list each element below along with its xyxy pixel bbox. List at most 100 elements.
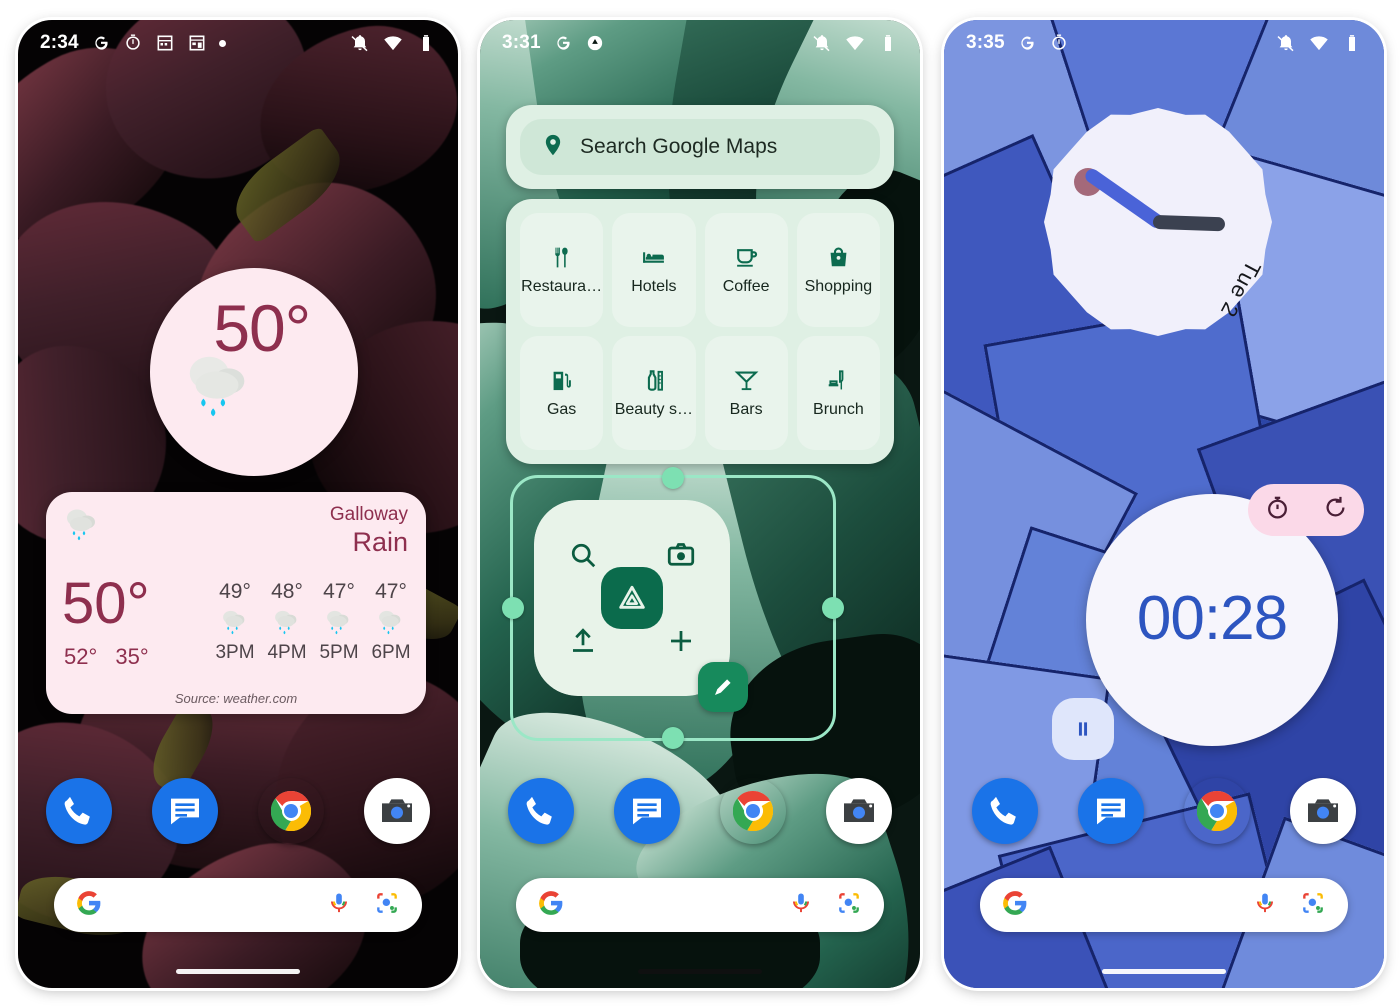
maps-tile-hotels[interactable]: Hotels bbox=[612, 213, 696, 327]
weather-temperature-widget[interactable]: 50° bbox=[125, 243, 383, 501]
home-gesture-bar[interactable] bbox=[638, 969, 762, 974]
weather-hourly-item: 49° 3PM bbox=[212, 580, 258, 664]
notifications-off-icon bbox=[812, 33, 832, 53]
dot-icon bbox=[218, 39, 226, 47]
status-bar-right bbox=[812, 33, 898, 53]
google-search-bar[interactable] bbox=[54, 878, 422, 932]
status-bar-right bbox=[350, 33, 436, 53]
weather-hourly-item: 47° 6PM bbox=[368, 580, 414, 664]
wifi-icon bbox=[845, 33, 865, 53]
resize-handle-right[interactable] bbox=[822, 597, 844, 619]
wifi-icon bbox=[383, 33, 403, 53]
resize-handle-left[interactable] bbox=[502, 597, 524, 619]
rain-cloud-icon bbox=[368, 607, 414, 641]
hourly-hour: 4PM bbox=[267, 642, 307, 663]
weather-high-low: 52° 35° bbox=[64, 644, 161, 670]
hourly-temp: 47° bbox=[375, 580, 407, 603]
widget-resize-frame[interactable] bbox=[502, 467, 844, 749]
dock-item-chrome[interactable] bbox=[258, 778, 324, 844]
reset-icon[interactable] bbox=[1322, 494, 1349, 526]
maps-tile-gas[interactable]: Gas bbox=[520, 336, 604, 450]
google-lens-icon[interactable] bbox=[1300, 890, 1326, 921]
hourly-temp: 49° bbox=[219, 580, 251, 603]
weather-hourly-item: 48° 4PM bbox=[264, 580, 310, 664]
maps-tile-label: Brunch bbox=[813, 400, 864, 418]
maps-tile-label: Coffee bbox=[722, 277, 770, 295]
maps-tile-bars[interactable]: Bars bbox=[704, 336, 788, 450]
google-search-bar[interactable] bbox=[516, 878, 884, 932]
dock-item-phone[interactable] bbox=[508, 778, 574, 844]
home-gesture-bar[interactable] bbox=[1102, 969, 1226, 974]
timer-remaining: 00:28 bbox=[1136, 584, 1288, 654]
dock-item-phone[interactable] bbox=[46, 778, 112, 844]
resize-handle-bottom[interactable] bbox=[662, 727, 684, 749]
notifications-off-icon bbox=[350, 33, 370, 53]
hourly-hour: 5PM bbox=[319, 642, 359, 663]
dock-item-chrome[interactable] bbox=[720, 778, 786, 844]
hour-hand bbox=[1152, 214, 1226, 232]
weather-hourly-list: 49° 3PM 48° 4PM 47° 5PM 47° 6PM bbox=[212, 580, 414, 664]
status-time: 3:31 bbox=[502, 32, 541, 53]
maps-tile-restaurants[interactable]: Restaura… bbox=[520, 213, 604, 327]
dock bbox=[18, 778, 458, 844]
maps-tile-shopping[interactable]: Shopping bbox=[796, 213, 880, 327]
maps-tile-label: Hotels bbox=[631, 277, 677, 295]
battery-icon bbox=[1342, 33, 1362, 53]
weather-hourly-item: 47° 5PM bbox=[316, 580, 362, 664]
analog-clock-widget[interactable]: Tue 2 bbox=[1044, 108, 1272, 336]
pause-icon[interactable] bbox=[1052, 698, 1114, 760]
rain-cloud-icon bbox=[212, 607, 258, 641]
microphone-icon[interactable] bbox=[788, 890, 814, 921]
rain-cloud-icon bbox=[180, 346, 258, 422]
beauty-salon-icon bbox=[648, 369, 664, 391]
dock-item-messages[interactable] bbox=[614, 778, 680, 844]
stopwatch-icon[interactable] bbox=[1264, 494, 1291, 526]
status-bar-left: 3:35 bbox=[966, 32, 1069, 54]
dock-item-phone[interactable] bbox=[972, 778, 1038, 844]
maps-categories-card: Restaura… Hotels Coffee Shopping Gas Bea… bbox=[506, 199, 894, 464]
wifi-icon bbox=[1309, 33, 1329, 53]
google-search-bar[interactable] bbox=[980, 878, 1348, 932]
battery-icon bbox=[416, 33, 436, 53]
dock-item-chrome[interactable] bbox=[1184, 778, 1250, 844]
phone-clock-timer-home-screen: 3:35 Tue 2 00:28 bbox=[944, 20, 1384, 988]
home-gesture-bar[interactable] bbox=[176, 969, 300, 974]
timer-widget[interactable]: 00:28 bbox=[1052, 484, 1364, 760]
dock-item-messages[interactable] bbox=[1078, 778, 1144, 844]
dock-item-camera[interactable] bbox=[826, 778, 892, 844]
cocktail-glass-icon bbox=[734, 371, 759, 390]
shopping-bag-icon bbox=[830, 247, 847, 266]
weather-low: 35° bbox=[115, 644, 149, 669]
resize-handle-top[interactable] bbox=[662, 467, 684, 489]
maps-tile-label: Beauty s… bbox=[614, 400, 693, 418]
restaurant-icon bbox=[555, 247, 568, 267]
maps-tile-brunch[interactable]: Brunch bbox=[796, 336, 880, 450]
maps-tile-label: Bars bbox=[729, 400, 763, 418]
screenshot-stage: 2:34 50° Galloway Rain 50° 52° 35° 49° 3… bbox=[0, 0, 1400, 1008]
maps-tile-label: Restaura… bbox=[521, 277, 603, 295]
microphone-icon[interactable] bbox=[326, 890, 352, 921]
weather-city: Galloway bbox=[329, 504, 408, 525]
maps-tile-beauty-salon[interactable]: Beauty s… bbox=[612, 336, 696, 450]
dock-item-camera[interactable] bbox=[364, 778, 430, 844]
timer-actions-pill bbox=[1248, 484, 1364, 536]
timer-icon bbox=[1049, 33, 1069, 53]
weather-forecast-widget[interactable]: Galloway Rain 50° 52° 35° 49° 3PM 48° 4P… bbox=[46, 492, 426, 714]
microphone-icon[interactable] bbox=[1252, 890, 1278, 921]
notifications-off-icon bbox=[1276, 33, 1296, 53]
maps-search-input[interactable]: Search Google Maps bbox=[520, 119, 880, 175]
rain-cloud-icon bbox=[316, 607, 362, 641]
weather-source: Source: weather.com bbox=[174, 691, 298, 706]
dock-item-messages[interactable] bbox=[152, 778, 218, 844]
dock-item-camera[interactable] bbox=[1290, 778, 1356, 844]
calendar-month-icon bbox=[187, 33, 207, 53]
g-icon bbox=[553, 33, 573, 53]
google-lens-icon[interactable] bbox=[374, 890, 400, 921]
maps-tile-coffee[interactable]: Coffee bbox=[704, 213, 788, 327]
google-lens-icon[interactable] bbox=[836, 890, 862, 921]
rain-cloud-icon bbox=[264, 607, 310, 641]
g-icon bbox=[91, 33, 111, 53]
maps-search-placeholder: Search Google Maps bbox=[580, 135, 778, 158]
coffee-cup-icon bbox=[736, 248, 757, 267]
assistant-circle-icon bbox=[585, 33, 605, 53]
